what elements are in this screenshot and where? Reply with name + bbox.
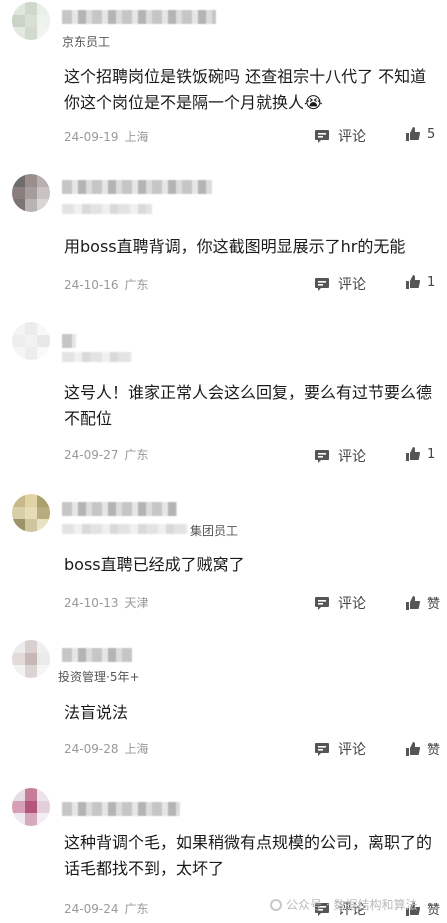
comment-text: 用boss直聘背调，你这截图明显展示了hr的无能: [64, 237, 406, 256]
like-count: 赞: [427, 597, 441, 612]
comment-meta: 24-10-16 广东: [64, 276, 148, 293]
user-tag-blurred: [62, 524, 188, 534]
user-tag: 投资管理·5年+: [58, 670, 140, 684]
like-count: 1: [427, 446, 436, 462]
comment-date: 24-09-27: [64, 448, 119, 462]
wechat-logo-icon: [270, 898, 282, 911]
avatar[interactable]: [12, 2, 50, 40]
username-blurred[interactable]: [62, 10, 216, 24]
like-count: 5: [427, 126, 436, 142]
comment-text: 这种背调个毛，如果稍微有点规模的公司，离职了的话毛都找不到，太坏了: [64, 833, 433, 878]
comment-bubble-icon: [315, 450, 329, 463]
like-count: 赞: [427, 743, 441, 758]
reply-button[interactable]: 评论: [314, 446, 366, 466]
reply-button[interactable]: 评论: [314, 739, 366, 759]
comment-date: 24-10-16: [64, 278, 119, 292]
comment-meta: 24-09-28 上海: [64, 740, 148, 757]
comment-date: 24-10-13: [64, 596, 119, 610]
comment-meta: 24-09-27 广东: [64, 446, 148, 463]
watermark-text: 公众号 · 数据结构和算法: [286, 898, 418, 912]
comment-date: 24-09-19: [64, 130, 119, 144]
avatar[interactable]: [12, 322, 50, 360]
user-tag-blurred: [62, 352, 132, 362]
comment-meta: 24-10-13 天津: [64, 594, 148, 611]
thumbs-up-icon: [406, 741, 421, 756]
comment-location: 广东: [124, 278, 149, 292]
comment-meta: 24-09-19 上海: [64, 128, 148, 145]
reply-button[interactable]: 评论: [314, 593, 366, 613]
like-button[interactable]: 赞: [405, 739, 440, 758]
username-blurred[interactable]: [62, 334, 76, 348]
username-blurred[interactable]: [62, 648, 132, 662]
username-blurred[interactable]: [62, 502, 177, 516]
like-button[interactable]: 5: [405, 126, 435, 142]
comment-date: 24-09-28: [64, 742, 119, 756]
comment-location: 上海: [124, 742, 149, 756]
comment-location: 广东: [124, 448, 149, 462]
avatar[interactable]: [12, 788, 50, 826]
like-button[interactable]: 1: [405, 446, 435, 462]
reply-label: 评论: [338, 742, 366, 758]
reply-button[interactable]: 评论: [314, 126, 366, 146]
user-tag: 京东员工: [62, 35, 111, 49]
reply-label: 评论: [338, 449, 366, 465]
comment-text: 这号人！谁家正常人会这么回复，要么有过节要么德不配位: [64, 383, 433, 428]
comment-location: 广东: [124, 902, 149, 916]
avatar[interactable]: [12, 494, 50, 532]
like-button[interactable]: 赞: [405, 593, 440, 612]
reply-label: 评论: [338, 277, 366, 293]
username-blurred[interactable]: [62, 180, 212, 194]
comment-text: boss直聘已经成了贼窝了: [64, 555, 245, 574]
comment-bubble-icon: [315, 130, 329, 143]
comment-text: 法盲说法: [64, 703, 129, 722]
like-count: 1: [427, 274, 436, 290]
comment-text: 这个招聘岗位是铁饭碗吗 还查祖宗十八代了 不知道你这个岗位是不是隔一个月就换人😭: [64, 67, 427, 112]
thumbs-up-icon: [406, 275, 421, 289]
reply-label: 评论: [338, 596, 366, 612]
comment-bubble-icon: [315, 743, 329, 756]
comment-meta: 24-09-24 广东: [64, 900, 148, 917]
comment-bubble-icon: [315, 597, 329, 610]
username-blurred[interactable]: [62, 802, 180, 816]
thumbs-up-icon: [406, 447, 421, 461]
reply-button[interactable]: 评论: [314, 274, 366, 294]
thumbs-up-icon: [406, 127, 421, 141]
comment-date: 24-09-24: [64, 902, 119, 916]
user-tag-blurred: [62, 204, 152, 214]
comment-bubble-icon: [315, 278, 329, 291]
user-tag: 集团员工: [190, 524, 239, 538]
comment-location: 上海: [124, 130, 149, 144]
avatar[interactable]: [12, 640, 50, 678]
reply-label: 评论: [338, 129, 366, 145]
like-count: 赞: [427, 903, 441, 918]
watermark: 公众号 · 数据结构和算法: [270, 896, 417, 913]
avatar[interactable]: [12, 174, 50, 212]
comment-location: 天津: [124, 596, 149, 610]
thumbs-up-icon: [406, 595, 421, 610]
like-button[interactable]: 1: [405, 274, 435, 290]
